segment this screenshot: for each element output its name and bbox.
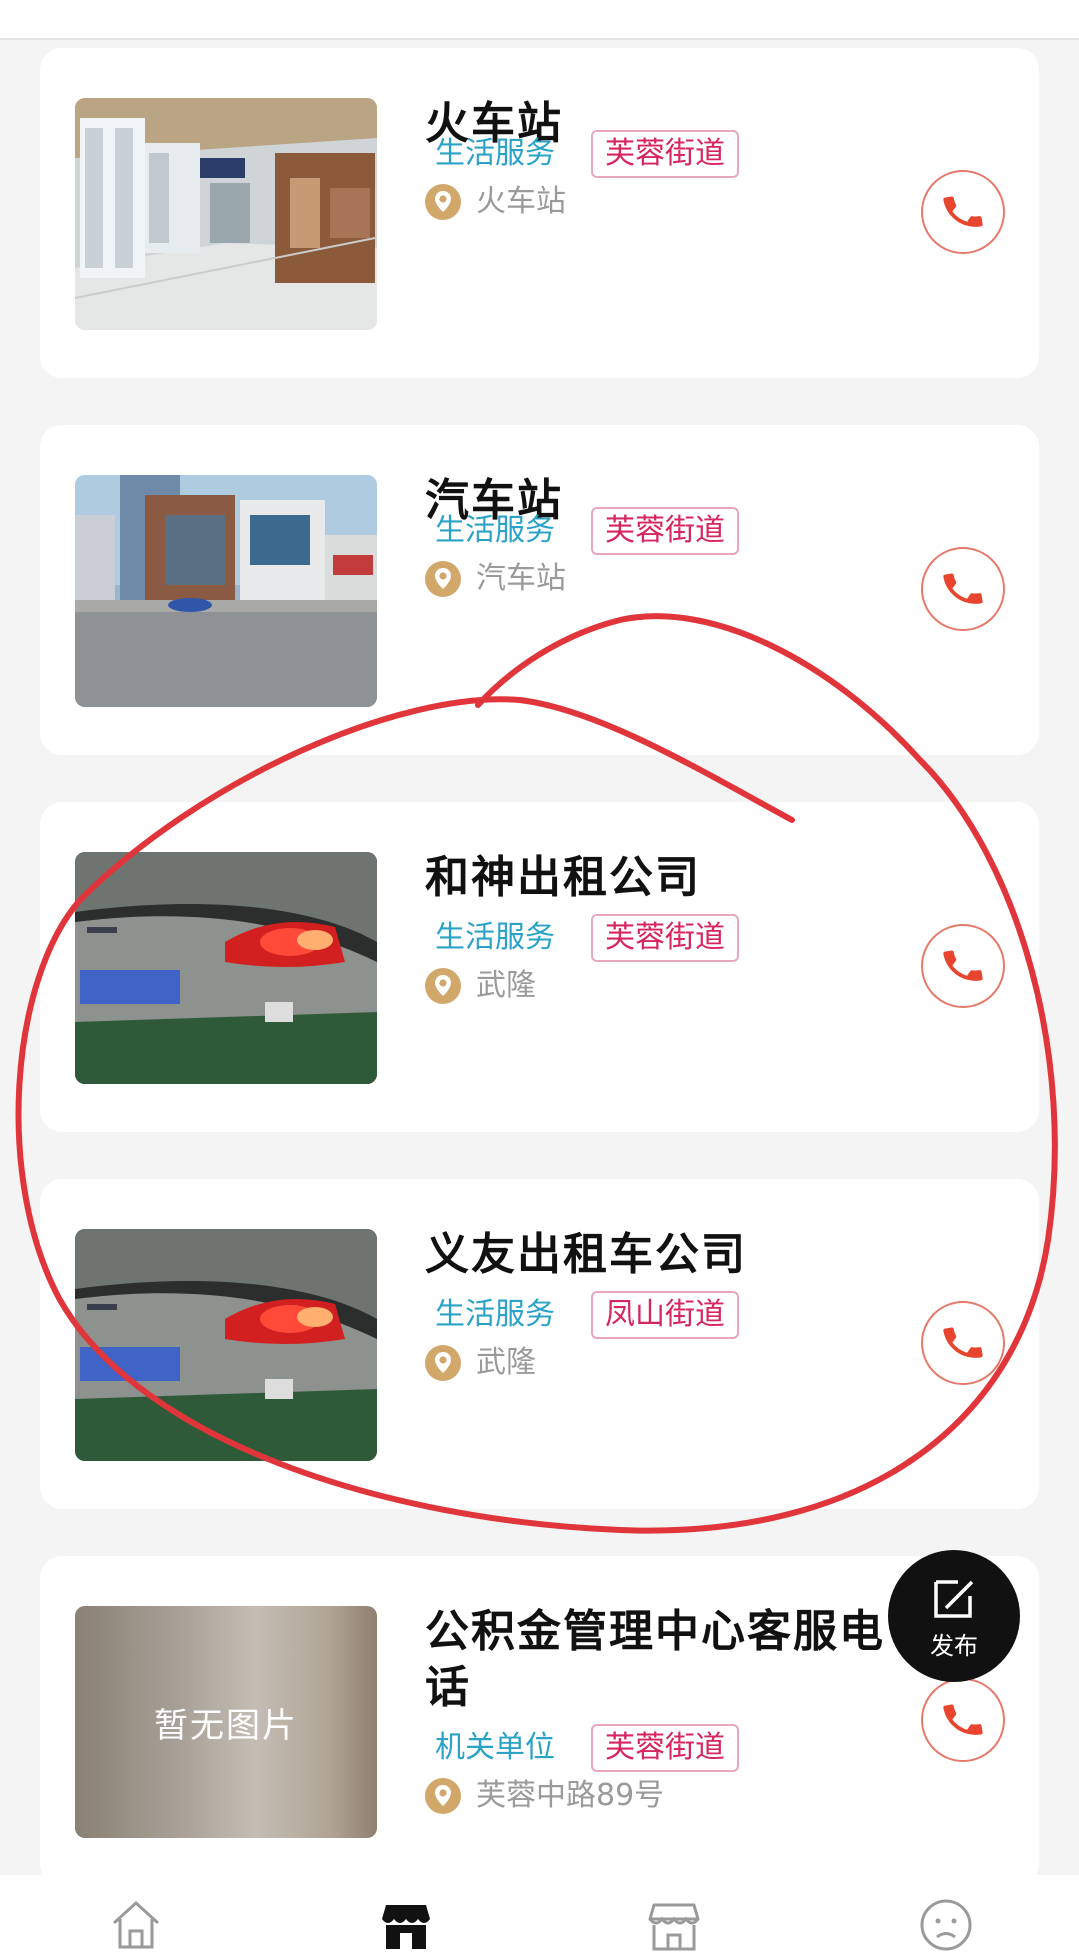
area-tag: 芙蓉街道 — [591, 130, 739, 178]
title-line: 和神出租公司 — [425, 852, 701, 903]
address-row: 武隆 — [424, 1343, 536, 1383]
address-text: 火车站 — [476, 184, 566, 219]
title-line: 公积金管理中心客服电 — [425, 1606, 885, 1657]
home-icon[interactable] — [108, 1897, 164, 1953]
phone-icon — [943, 196, 983, 227]
category-tag: 生活服务 — [435, 513, 555, 548]
address-text: 汽车站 — [476, 561, 566, 596]
call-button[interactable] — [921, 170, 1005, 254]
listing-image — [75, 852, 377, 1084]
location-pin-icon — [425, 1778, 461, 1814]
listing-card[interactable]: 和神出租公司 生活服务 芙蓉街道 武隆 — [40, 802, 1039, 1132]
listing-image — [75, 475, 377, 707]
category-tag: 生活服务 — [435, 920, 555, 955]
area-tag: 芙蓉街道 — [591, 914, 739, 962]
location-pin-icon — [425, 184, 461, 220]
address-row: 汽车站 — [424, 559, 566, 599]
face-icon[interactable] — [918, 1897, 974, 1953]
category-tag: 机关单位 — [435, 1730, 555, 1765]
edit-icon — [934, 1579, 974, 1618]
address-text: 武隆 — [476, 1345, 536, 1380]
phone-icon — [943, 573, 983, 604]
listing-image — [75, 98, 377, 330]
area-tag: 凤山街道 — [591, 1291, 739, 1339]
location-pin-icon — [425, 1345, 461, 1381]
address-row: 芙蓉中路89号 — [424, 1776, 664, 1816]
category-tag: 生活服务 — [435, 136, 555, 171]
phone-icon — [943, 1704, 983, 1735]
listing-title[interactable]: 义友出租车公司 — [425, 1227, 925, 1283]
area-tag: 芙蓉街道 — [591, 507, 739, 555]
listing-title[interactable]: 公积金管理中心客服电 话 — [425, 1604, 945, 1716]
call-button[interactable] — [921, 924, 1005, 1008]
tag-row: 生活服务 芙蓉街道 — [425, 130, 739, 178]
category-tag: 生活服务 — [435, 1297, 555, 1332]
address-row: 火车站 — [424, 182, 566, 222]
top-bar — [0, 0, 1079, 40]
title-line: 义友出租车公司 — [425, 1229, 747, 1280]
publish-label: 发布 — [930, 1631, 978, 1660]
area-tag: 芙蓉街道 — [591, 1724, 739, 1772]
no-image-placeholder: 暂无图片 — [75, 1606, 377, 1838]
store-icon[interactable] — [646, 1897, 702, 1953]
location-pin-icon — [425, 561, 461, 597]
bottom-nav — [0, 1875, 1079, 1959]
title-line: 话 — [425, 1662, 471, 1713]
listing-image — [75, 1229, 377, 1461]
no-image-text: 暂无图片 — [154, 1705, 298, 1746]
tag-row: 生活服务 芙蓉街道 — [425, 507, 739, 555]
tag-row: 机关单位 芙蓉街道 — [425, 1724, 739, 1772]
address-text: 芙蓉中路89号 — [476, 1778, 665, 1813]
phone-icon — [943, 1327, 983, 1358]
call-button[interactable] — [921, 1678, 1005, 1762]
tag-row: 生活服务 凤山街道 — [425, 1291, 739, 1339]
publish-button[interactable]: 发布 — [888, 1550, 1020, 1682]
address-row: 武隆 — [424, 966, 536, 1006]
phone-icon — [943, 950, 983, 981]
listing-image: 暂无图片 — [75, 1606, 377, 1838]
shop-icon[interactable] — [378, 1897, 434, 1953]
listing-title[interactable]: 和神出租公司 — [425, 850, 925, 906]
listing-card[interactable]: 火车站 生活服务 芙蓉街道 火车站 — [40, 48, 1039, 378]
call-button[interactable] — [921, 1301, 1005, 1385]
listing-card[interactable]: 义友出租车公司 生活服务 凤山街道 武隆 — [40, 1179, 1039, 1509]
tag-row: 生活服务 芙蓉街道 — [425, 914, 739, 962]
location-pin-icon — [425, 968, 461, 1004]
listing-card[interactable]: 汽车站 生活服务 芙蓉街道 汽车站 — [40, 425, 1039, 755]
address-text: 武隆 — [476, 968, 536, 1003]
call-button[interactable] — [921, 547, 1005, 631]
